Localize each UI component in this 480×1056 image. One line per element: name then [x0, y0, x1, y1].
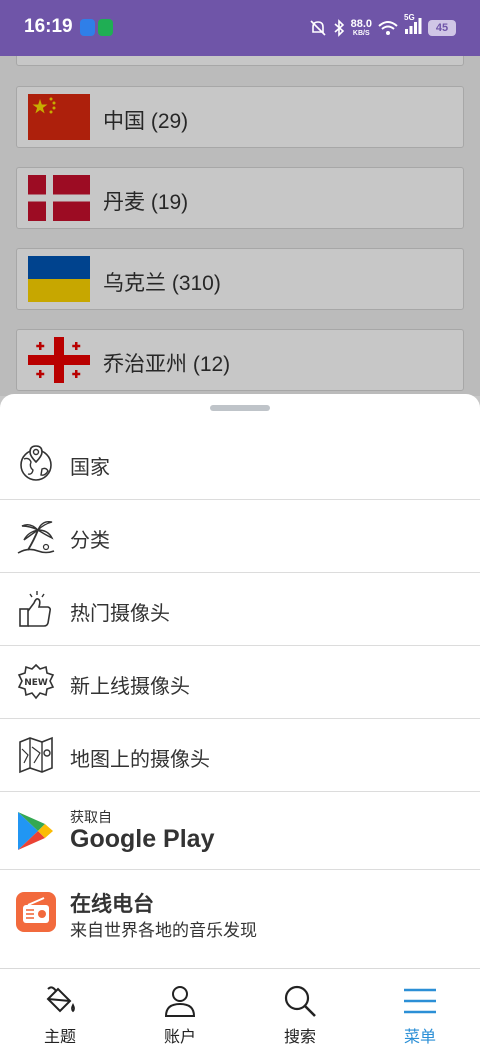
nav-menu[interactable]: 菜单 [360, 969, 480, 1056]
google-play-promo[interactable]: 获取自 Google Play [0, 792, 480, 870]
radio-app-icon [16, 892, 56, 932]
network-speed: 88.0 KB/S [350, 18, 372, 38]
country-name: 中国 (29) [103, 110, 189, 133]
signal-label: 5G [404, 12, 415, 22]
country-card-china[interactable]: 中国 (29) [16, 86, 464, 148]
map-icon [19, 736, 53, 774]
google-play-big-text: Google Play [70, 825, 215, 853]
denmark-flag-icon [28, 175, 90, 221]
network-speed-value: 88.0 [350, 18, 372, 30]
georgia-flag-icon [28, 337, 90, 383]
country-name: 乌克兰 (310) [103, 272, 221, 295]
thumbs-up-icon [19, 591, 52, 627]
status-indicators: 88.0 KB/S 5G 45 [303, 13, 456, 42]
country-name: 乔治亚州 (12) [103, 353, 231, 376]
sheet-drag-handle[interactable] [210, 405, 270, 411]
radio-app-title: 在线电台 [70, 893, 154, 916]
user-icon [164, 986, 196, 1017]
country-card-georgia[interactable]: 乔治亚州 (12) [16, 329, 464, 391]
radio-app-promo[interactable]: 在线电台 来自世界各地的音乐发现 [0, 870, 480, 968]
menu-item-label: 地图上的摄像头 [70, 749, 210, 771]
search-icon [284, 985, 316, 1017]
bluetooth-app-icon [80, 19, 95, 36]
nav-label: 菜单 [403, 1029, 436, 1046]
mute-bell-icon [310, 20, 326, 36]
menu-item-new-cams[interactable]: NEW 新上线摄像头 [0, 646, 480, 719]
status-time: 16:19 [24, 16, 73, 37]
radio-app-subtitle: 来自世界各地的音乐发现 [70, 921, 257, 940]
nav-label: 搜索 [283, 1029, 316, 1046]
bluetooth-icon [334, 19, 344, 37]
palm-beach-icon [17, 520, 55, 554]
country-card-partial[interactable] [16, 56, 464, 66]
menu-item-label: 新上线摄像头 [70, 676, 190, 698]
paint-bucket-icon [46, 986, 75, 1013]
nav-search[interactable]: 搜索 [240, 969, 360, 1056]
menu-item-label: 国家 [70, 457, 110, 479]
ukraine-flag-icon [28, 256, 90, 302]
new-badge-icon: NEW [17, 663, 55, 700]
country-card-denmark[interactable]: 丹麦 (19) [16, 167, 464, 229]
cloud-app-icon [98, 19, 113, 36]
nav-label: 主题 [43, 1029, 76, 1046]
menu-item-map-cams[interactable]: 地图上的摄像头 [0, 719, 480, 792]
network-speed-unit: KB/S [352, 30, 370, 37]
menu-bottom-sheet: 国家 分类 热门摄像头 NEW 新上线摄像头 地图上的摄像头 获取自 Googl… [0, 394, 480, 968]
svg-text:NEW: NEW [24, 678, 48, 688]
country-name: 丹麦 (19) [103, 191, 189, 214]
bottom-navigation: 主题 账户 搜索 菜单 [0, 968, 480, 1056]
menu-item-categories[interactable]: 分类 [0, 500, 480, 573]
status-bar: 16:19 88.0 KB/S 5G 45 [0, 0, 480, 56]
google-play-small-text: 获取自 [70, 809, 112, 825]
menu-item-popular-cams[interactable]: 热门摄像头 [0, 573, 480, 646]
nav-theme[interactable]: 主题 [0, 969, 120, 1056]
wifi-icon [378, 21, 398, 35]
nav-account[interactable]: 账户 [120, 969, 240, 1056]
globe-pin-icon [20, 445, 52, 481]
menu-item-label: 分类 [70, 530, 110, 552]
battery-indicator: 45 [428, 20, 456, 36]
country-card-ukraine[interactable]: 乌克兰 (310) [16, 248, 464, 310]
menu-item-label: 热门摄像头 [70, 603, 170, 625]
cell-signal: 5G [404, 13, 422, 40]
china-flag-icon [28, 94, 90, 140]
menu-icon [404, 988, 436, 1014]
nav-label: 账户 [163, 1029, 196, 1046]
google-play-logo-icon [18, 812, 53, 850]
menu-item-countries[interactable]: 国家 [0, 427, 480, 500]
country-list: 中国 (29) 丹麦 (19) 乌克兰 (310) 乔治亚州 (12) [0, 56, 480, 396]
